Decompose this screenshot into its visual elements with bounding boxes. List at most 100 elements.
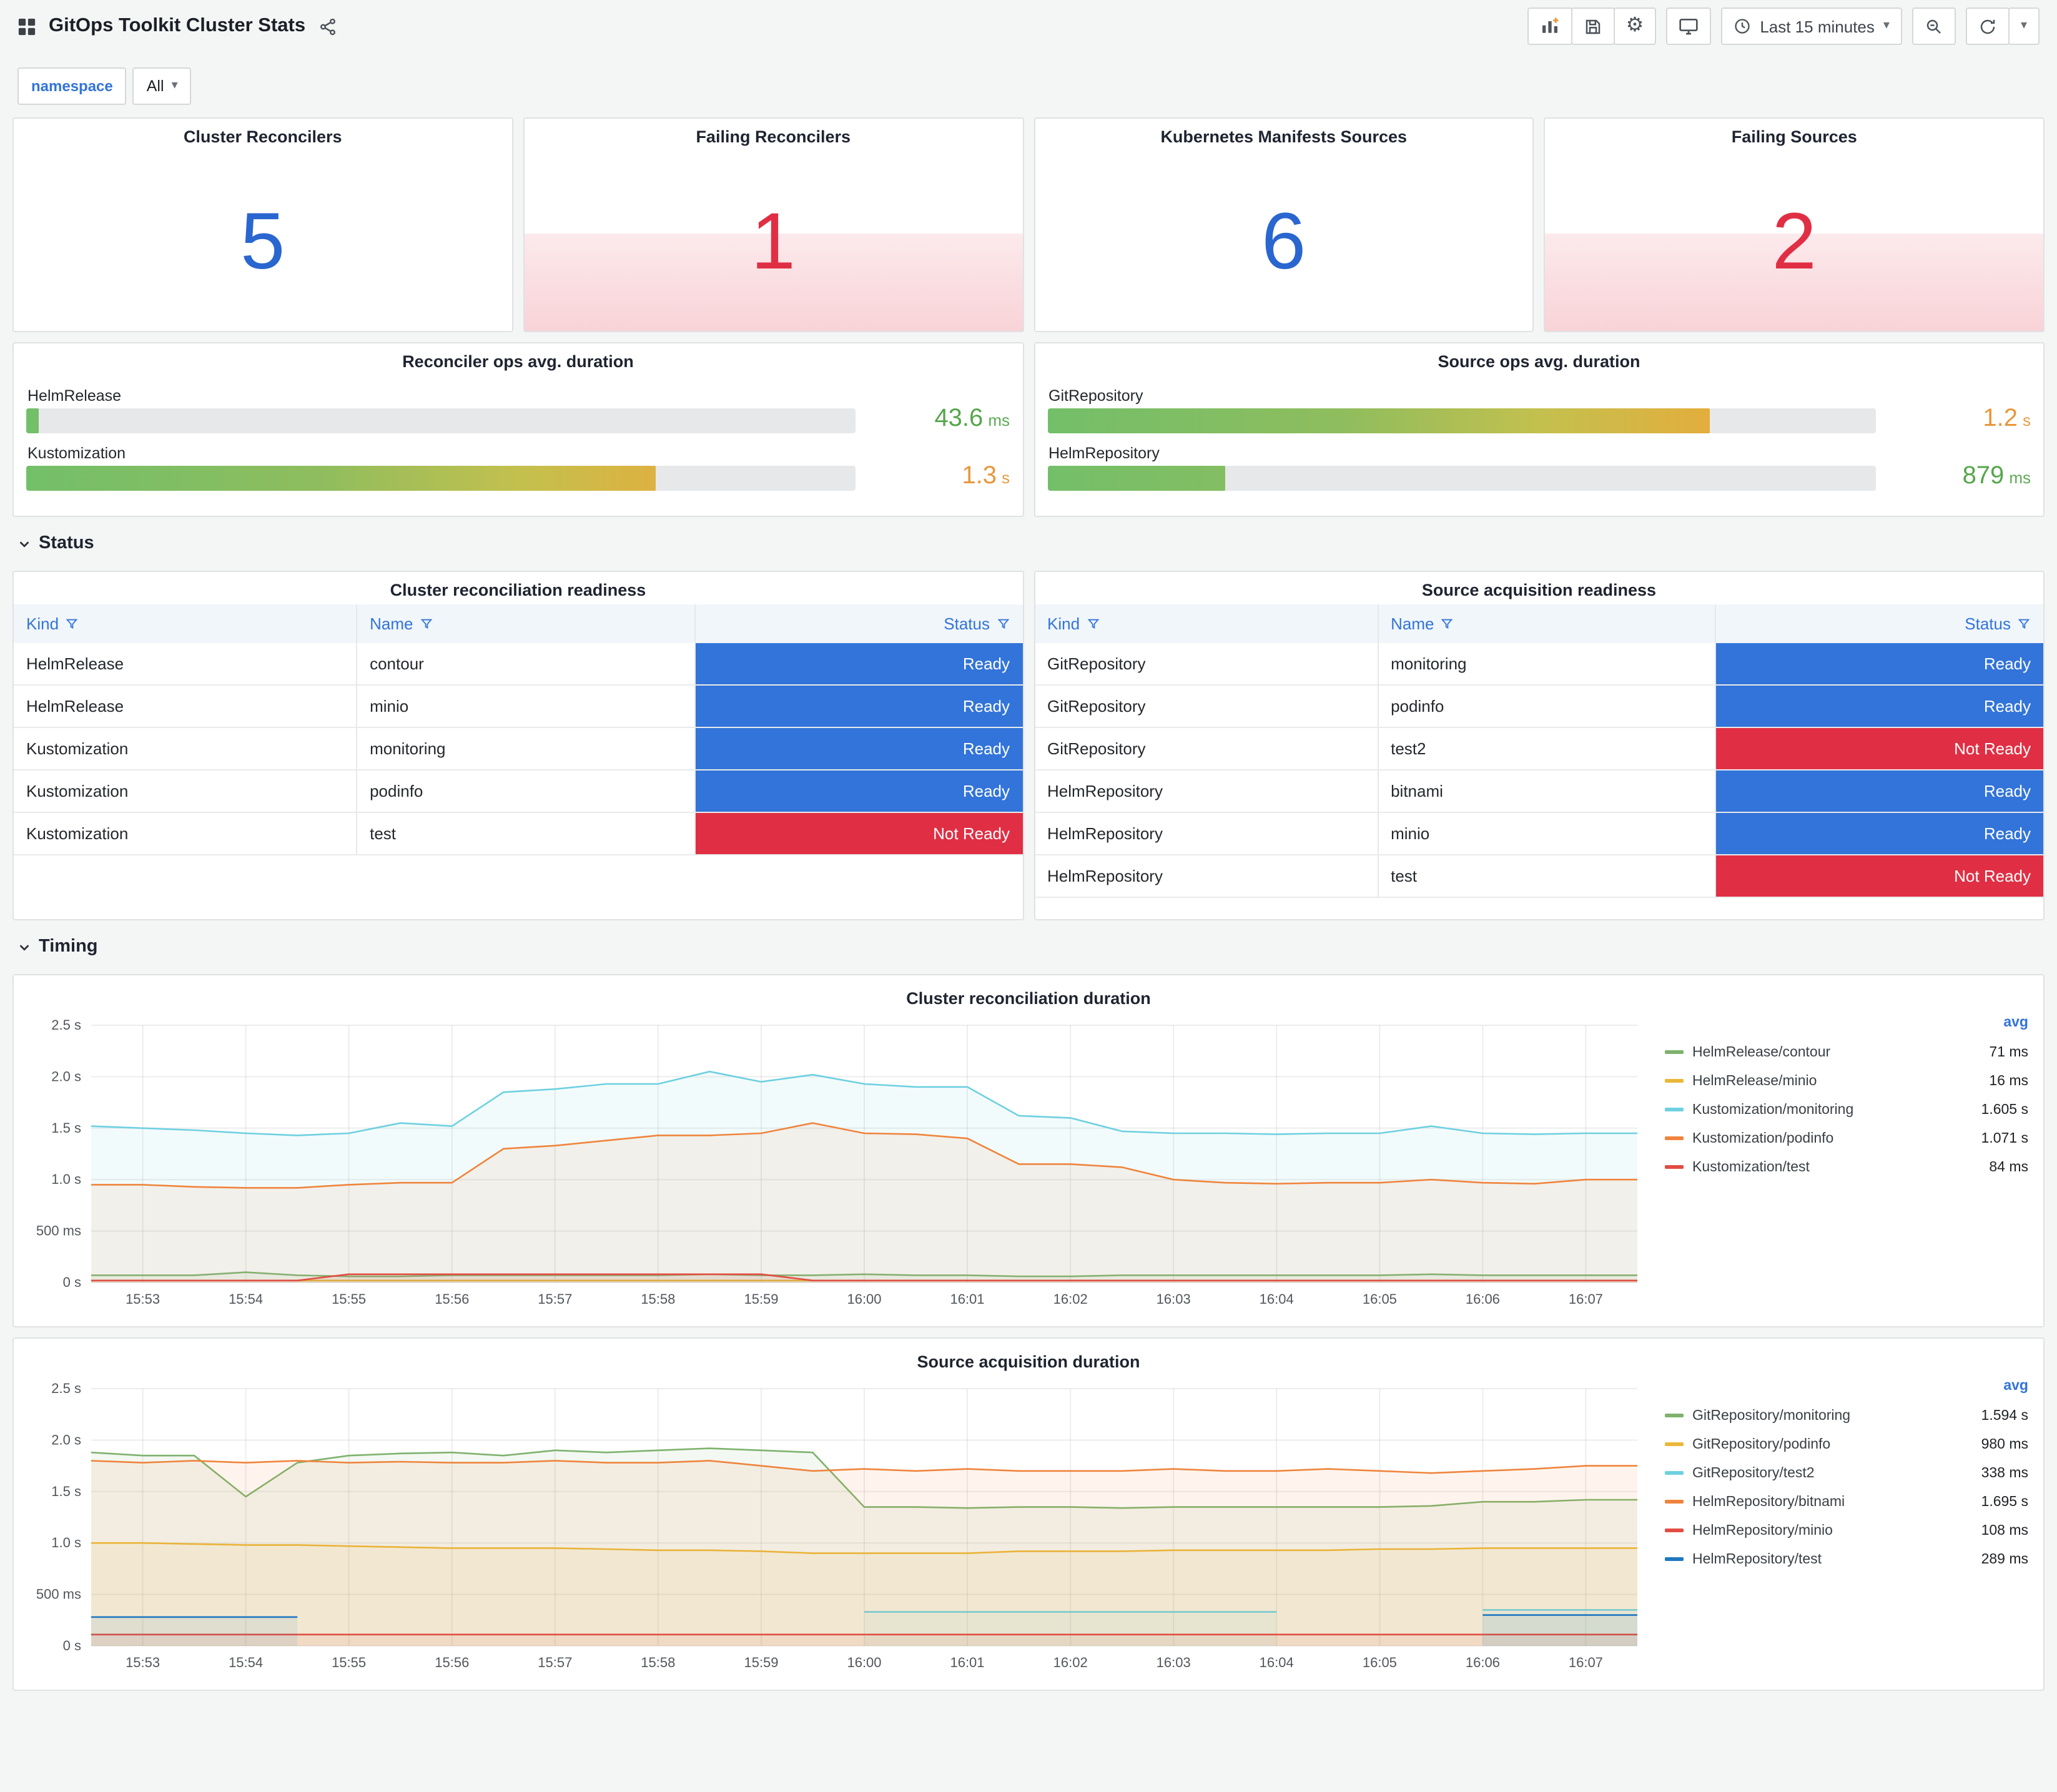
column-header-kind[interactable]: Kind bbox=[1035, 604, 1378, 643]
legend-avg-value: 1.605 s bbox=[1981, 1102, 2028, 1117]
series-color-dash bbox=[1665, 1136, 1684, 1140]
panel-title[interactable]: Cluster Reconcilers bbox=[14, 119, 512, 151]
stat-body: 6 bbox=[1035, 151, 1533, 331]
svg-text:16:06: 16:06 bbox=[1466, 1655, 1500, 1670]
svg-text:16:00: 16:00 bbox=[847, 1655, 881, 1670]
panel-title[interactable]: Source acquisition readiness bbox=[1035, 572, 2043, 604]
legend-item[interactable]: Kustomization/monitoring 1.605 s bbox=[1665, 1095, 2031, 1124]
panel-title[interactable]: Reconciler ops avg. duration bbox=[24, 343, 1012, 376]
legend-avg-header: avg bbox=[2003, 1379, 2028, 1394]
refresh-button[interactable] bbox=[1965, 7, 2010, 45]
svg-text:16:05: 16:05 bbox=[1363, 1291, 1397, 1307]
status-badge: Ready bbox=[695, 643, 1022, 684]
dashboards-grid-icon[interactable] bbox=[17, 17, 36, 36]
panel-title[interactable]: Kubernetes Manifests Sources bbox=[1035, 119, 1533, 151]
panel-title[interactable]: Source ops avg. duration bbox=[1045, 343, 2033, 376]
zoom-out-button[interactable] bbox=[1911, 7, 1956, 45]
svg-text:15:55: 15:55 bbox=[332, 1291, 366, 1307]
legend-item[interactable]: Kustomization/test 84 ms bbox=[1665, 1153, 2031, 1181]
save-dashboard-button[interactable] bbox=[1571, 7, 1615, 45]
series-color-dash bbox=[1665, 1442, 1684, 1446]
gauge-label: HelmRepository bbox=[1048, 445, 1160, 462]
cell-kind: HelmRelease bbox=[14, 643, 357, 686]
add-panel-button[interactable] bbox=[1527, 7, 1572, 45]
legend-item[interactable]: HelmRepository/test 289 ms bbox=[1665, 1545, 2031, 1573]
panel-title[interactable]: Cluster reconciliation readiness bbox=[14, 572, 1022, 604]
stat-body: 1 bbox=[524, 151, 1022, 331]
series-color-dash bbox=[1665, 1529, 1684, 1532]
refresh-interval-dropdown[interactable]: ▾ bbox=[2008, 7, 2040, 45]
time-series-plot[interactable]: 0 s 500 ms 1.0 s 1.5 s 2.0 s 2.5 s 15:53 15:54 1… bbox=[26, 1376, 1650, 1676]
cell-name: monitoring bbox=[356, 727, 695, 770]
legend-item[interactable]: GitRepository/test2 338 ms bbox=[1665, 1459, 2031, 1487]
row-toggle-timing[interactable]: Timing bbox=[12, 920, 2045, 964]
column-header-name[interactable]: Name bbox=[356, 604, 695, 643]
gauge-label: GitRepository bbox=[1048, 387, 1143, 405]
cell-kind: GitRepository bbox=[1035, 727, 1378, 770]
legend-avg-value: 71 ms bbox=[1989, 1045, 2028, 1060]
stat-panel-cluster-reconcilers: Cluster Reconcilers 5 bbox=[12, 117, 513, 332]
dashboard-settings-button[interactable]: ⚙ bbox=[1613, 7, 1657, 45]
legend-series-name: Kustomization/monitoring bbox=[1692, 1102, 1854, 1117]
legend-avg-value: 108 ms bbox=[1981, 1523, 2028, 1538]
svg-text:15:56: 15:56 bbox=[435, 1655, 469, 1670]
stat-panel-kubernetes-manifests-sources: Kubernetes Manifests Sources 6 bbox=[1033, 117, 1534, 332]
cycle-view-mode-button[interactable] bbox=[1666, 7, 1712, 45]
table-row: HelmRelease contour Ready bbox=[14, 643, 1022, 686]
namespace-select[interactable]: All ▾ bbox=[132, 67, 192, 105]
panel-title[interactable]: Failing Sources bbox=[1546, 119, 2044, 151]
svg-text:15:59: 15:59 bbox=[744, 1291, 778, 1307]
grafana-dashboard: GitOps Toolkit Cluster Stats ⚙ Last 15 m… bbox=[0, 0, 2057, 1792]
column-header-name[interactable]: Name bbox=[1377, 604, 1716, 643]
table-row: GitRepository monitoring Ready bbox=[1035, 643, 2043, 686]
bargauge-panel-source-ops-avg-duration: Source ops avg. duration GitRepository 1.2… bbox=[1033, 342, 2045, 517]
gauge-fill bbox=[1047, 408, 1710, 433]
series-color-dash bbox=[1665, 1471, 1684, 1475]
cell-name: monitoring bbox=[1377, 643, 1716, 686]
column-header-status[interactable]: Status bbox=[694, 604, 1022, 643]
svg-text:1.5 s: 1.5 s bbox=[51, 1484, 81, 1499]
svg-text:16:05: 16:05 bbox=[1363, 1655, 1397, 1670]
time-range-picker[interactable]: Last 15 minutes ▾ bbox=[1721, 7, 1902, 45]
panel-title[interactable]: Failing Reconcilers bbox=[525, 119, 1023, 151]
panel-title[interactable]: Cluster reconciliation duration bbox=[26, 980, 2031, 1013]
gauge-track bbox=[26, 408, 855, 433]
gauge-track bbox=[1047, 466, 1876, 491]
save-icon bbox=[1584, 17, 1602, 36]
namespace-selected-value: All bbox=[146, 77, 164, 95]
series-color-dash bbox=[1665, 1079, 1684, 1083]
legend-item[interactable]: HelmRepository/minio 108 ms bbox=[1665, 1516, 2031, 1545]
column-header-kind[interactable]: Kind bbox=[14, 604, 357, 643]
dashboard-body: Cluster Reconcilers 5 Failing Reconcilers 1… bbox=[0, 117, 2057, 1701]
variable-label-chip: namespace bbox=[17, 67, 127, 105]
column-header-status[interactable]: Status bbox=[1715, 604, 2043, 643]
share-icon[interactable] bbox=[318, 17, 337, 36]
row-toggle-status[interactable]: Status bbox=[12, 517, 2045, 561]
legend-item[interactable]: HelmRelease/contour 71 ms bbox=[1665, 1038, 2031, 1066]
svg-text:16:03: 16:03 bbox=[1157, 1655, 1191, 1670]
svg-text:500 ms: 500 ms bbox=[36, 1587, 81, 1602]
legend-item[interactable]: HelmRepository/bitnami 1.695 s bbox=[1665, 1487, 2031, 1516]
panel-title[interactable]: Source acquisition duration bbox=[26, 1344, 2031, 1376]
status-badge: Ready bbox=[1716, 643, 2043, 684]
gauge-panels-row: Reconciler ops avg. duration HelmRelease 4… bbox=[12, 342, 2045, 517]
legend-item[interactable]: GitRepository/podinfo 980 ms bbox=[1665, 1430, 2031, 1459]
svg-text:15:58: 15:58 bbox=[641, 1655, 675, 1670]
legend-avg-value: 84 ms bbox=[1989, 1159, 2028, 1174]
legend-item[interactable]: GitRepository/monitoring 1.594 s bbox=[1665, 1401, 2031, 1430]
section-title-status: Status bbox=[39, 533, 94, 553]
legend-item[interactable]: Kustomization/podinfo 1.071 s bbox=[1665, 1124, 2031, 1153]
stat-panel-failing-sources: Failing Sources 2 bbox=[1544, 117, 2045, 332]
svg-text:16:01: 16:01 bbox=[950, 1291, 984, 1307]
gauge-label: Kustomization bbox=[27, 445, 126, 462]
stat-value: 1 bbox=[751, 196, 796, 286]
legend-avg-header: avg bbox=[2003, 1015, 2028, 1030]
time-series-plot[interactable]: 0 s 500 ms 1.0 s 1.5 s 2.0 s 2.5 s 15:53 15:54 1… bbox=[26, 1013, 1650, 1312]
table-row: Kustomization podinfo Ready bbox=[14, 770, 1022, 813]
legend-item[interactable]: HelmRelease/minio 16 ms bbox=[1665, 1066, 2031, 1095]
table-panels-row: Cluster reconciliation readiness Kind Name… bbox=[12, 571, 2045, 920]
chevron-down-icon: ▾ bbox=[1883, 19, 1890, 32]
svg-text:15:53: 15:53 bbox=[126, 1291, 160, 1307]
cell-kind: HelmRepository bbox=[1035, 855, 1378, 898]
monitor-icon bbox=[1679, 16, 1699, 36]
